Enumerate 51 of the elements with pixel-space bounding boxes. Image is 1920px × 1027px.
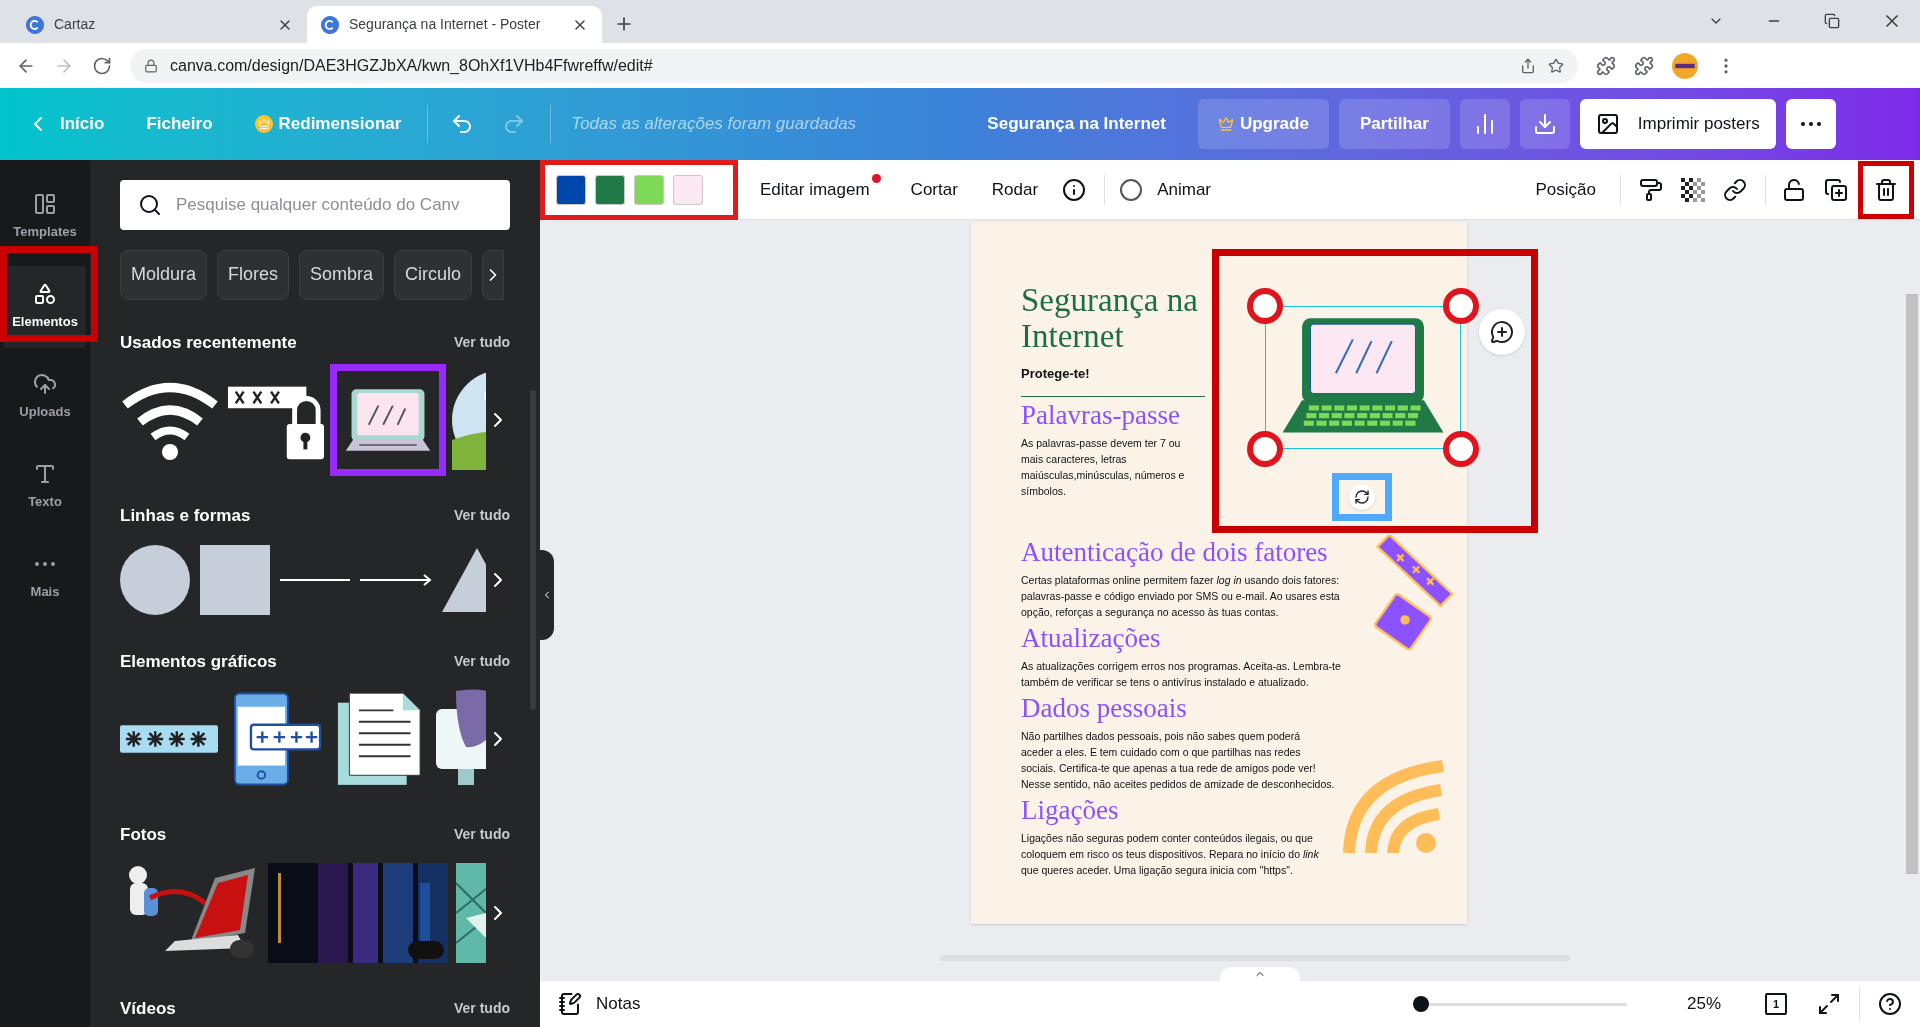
browser-tab[interactable]: Segurança na Internet - Poster — [307, 6, 602, 43]
poster-paragraph: As palavras-passe devem ter 7 ou mais caracteres, letras maiúsculas,minúsculas, números e símbolos. — [1021, 435, 1186, 499]
poster-title: Segurança na Internet — [1021, 282, 1199, 354]
filter-chip[interactable]: Sombra — [299, 249, 385, 300]
poster-heading: Dados pessoais — [1021, 692, 1187, 725]
see-all-link[interactable]: Ver tudo — [454, 331, 510, 353]
browser-tab[interactable]: Cartaz — [12, 6, 307, 43]
see-all-link[interactable]: Ver tudo — [454, 824, 510, 846]
rail-item[interactable]: Texto — [4, 446, 86, 528]
tab-title: Cartaz — [54, 15, 97, 34]
poster-heading: Ligações — [1021, 794, 1119, 827]
filter-chip[interactable]: Flores — [217, 249, 290, 300]
see-all-link[interactable]: Ver tudo — [454, 997, 510, 1019]
poster-paragraph: As atualizações corrigem erros nos programas. Aceita-as. Lembra-te também de verificar se tens o antivírus instalado e atualizado. — [1021, 659, 1342, 690]
poster-paragraph: Não partilhes dados pessoais, pois não sabes quem poderá aceder a eles. E tem cuidado com o que partilhas nas redes sociais. Certifica-te que apenas a tua rede de amigos pode ver! Nesse sentido, não aceites pedidos de amizade de desconhecidos. — [1021, 729, 1335, 792]
section-title: Usados recentemente — [120, 331, 297, 354]
tab-title: Segurança na Internet - Poster — [349, 15, 542, 34]
search-field[interactable]: Pesquise qualquer conteúdo do Canv — [120, 180, 510, 230]
filter-chip[interactable]: Moldura — [120, 249, 208, 300]
search-input[interactable]: Pesquise qualquer conteúdo do Canv — [176, 192, 492, 218]
page-count-icon[interactable]: 1 — [1765, 993, 1787, 1015]
section-title: Vídeos — [120, 997, 176, 1020]
rail-item[interactable]: Mais — [4, 536, 86, 618]
filter-chip[interactable]: Circulo — [394, 249, 473, 300]
see-all-link[interactable]: Ver tudo — [454, 505, 510, 527]
zoom-reading: 25% — [1686, 993, 1721, 1016]
poster-heading: Autenticação de dois fatores — [1021, 536, 1328, 569]
rail-item[interactable]: Uploads — [4, 356, 86, 438]
upgrade-button[interactable]: Upgrade — [1197, 99, 1329, 149]
poster-subtitle: Protege-te! — [1021, 365, 1091, 383]
poster-paragraph: Ligações não seguras podem conter conteúdos ilegais, ou que coloquem em risco os teus dispositivos. Repara no início do link que queres aceder. Uma ligação segura inicia com "https". — [1021, 831, 1320, 878]
animate-button[interactable]: Animar — [1119, 176, 1211, 203]
notes-button[interactable]: Notas — [558, 991, 641, 1017]
edit-image-button[interactable]: Editar imagem — [758, 176, 872, 203]
rotate-button[interactable]: Rodar — [991, 176, 1039, 203]
rail-item[interactable]: Templates — [4, 176, 86, 258]
poster-paragraph: Certas plataformas online permitem fazer log in usando dois fatores: palavras-passe e código enviado por SMS ou e-mail. Ao usares esta opção, reforças a segurança no acesso às tuas contas. — [1021, 573, 1341, 620]
print-button[interactable]: Imprimir posters — [1579, 99, 1776, 149]
poster-heading: Atualizações — [1021, 622, 1161, 655]
save-status: Todas as alterações foram guardadas — [571, 113, 858, 136]
share-button[interactable]: Partilhar — [1338, 99, 1450, 149]
design-title[interactable]: Segurança na Internet — [987, 111, 1166, 137]
address-field[interactable]: canva.com/design/DAE3HGZJbXA/kwn_8OhXf1VHb4Ffwreffw/edit# — [130, 48, 1578, 83]
position-button[interactable]: Posição — [1535, 176, 1596, 203]
section-title: Linhas e formas — [120, 505, 251, 527]
section-title: Fotos — [120, 824, 167, 846]
poster-heading: Palavras-passe — [1021, 398, 1180, 432]
url-text: canva.com/design/DAE3HGZJbXA/kwn_8OhXf1VHb4Ffwreffw/edit# — [170, 55, 654, 76]
section-title: Elementos gráficos — [120, 650, 277, 673]
see-all-link[interactable]: Ver tudo — [454, 650, 510, 672]
crop-button[interactable]: Cortar — [910, 176, 958, 203]
